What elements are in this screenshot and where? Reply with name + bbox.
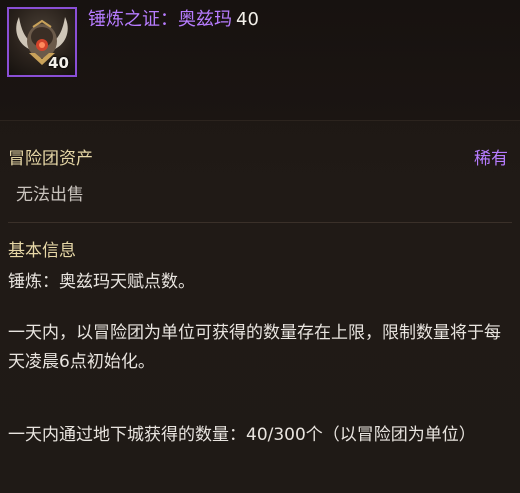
item-name: 锤炼之证：奥兹玛: [88, 9, 232, 30]
rarity-label: 稀有: [474, 149, 508, 169]
item-tooltip: 40 锤炼之证：奥兹玛 40 冒险团资产 稀有 无法出售 基本信息 锤炼：奥兹玛天…: [0, 0, 520, 493]
item-level: 40: [236, 9, 259, 30]
daily-limit-text: 一天内，以冒险团为单位可获得的数量存在上限，限制数量将于每天凌晨6点初始化。: [8, 323, 501, 372]
dungeon-count-text: 一天内通过地下城获得的数量：40/300个（以冒险团为单位）: [8, 425, 476, 445]
talent-line: 锤炼：奥兹玛天赋点数。: [8, 272, 195, 292]
basic-info-heading: 基本信息: [8, 241, 76, 261]
item-type-label: 冒险团资产: [8, 149, 93, 169]
sell-note: 无法出售: [16, 185, 84, 205]
item-title: 锤炼之证：奥兹玛 40: [88, 8, 259, 32]
header-divider: [0, 120, 520, 121]
tooltip-header: 40 锤炼之证：奥兹玛 40: [0, 0, 520, 120]
item-slot[interactable]: 40: [7, 7, 77, 77]
section-divider: [8, 222, 512, 223]
item-count: 40: [48, 54, 69, 72]
